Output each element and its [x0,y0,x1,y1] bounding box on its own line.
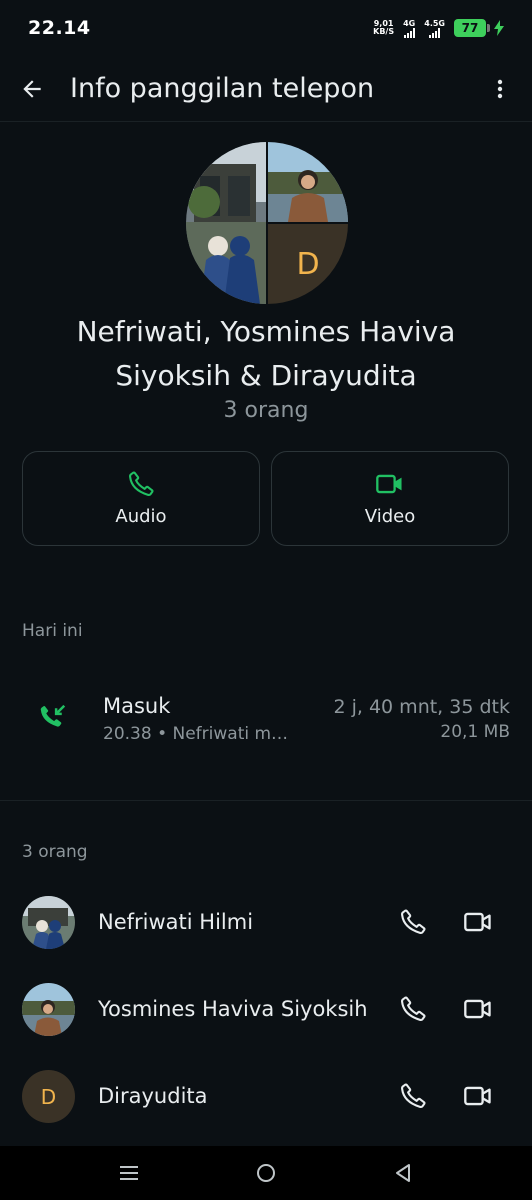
participants-section-title: 3 orang [22,842,88,862]
call-log-item[interactable]: Masuk 20.38 • Nefriwati m… 2 j, 40 mnt, … [0,688,532,758]
member-row[interactable]: D Dirayudita [0,1060,532,1132]
call-data-size: 20,1 MB [440,722,510,742]
phone-icon [401,1083,426,1108]
signal-45g-icon: 4.5G [424,19,445,38]
call-type: Masuk [103,694,171,718]
recent-apps-button[interactable] [109,1153,149,1193]
video-camera-icon [464,912,491,932]
status-time: 22.14 [28,17,91,39]
page-title: Info panggilan telepon [70,73,375,104]
member-row[interactable]: Yosmines Haviva Siyoksih [0,973,532,1045]
member-row[interactable]: Nefriwati Hilmi [0,886,532,958]
member-name: Yosmines Haviva Siyoksih [98,997,368,1021]
member-voice-call-button[interactable] [395,991,431,1027]
more-vertical-icon [497,79,503,98]
system-back-button[interactable] [383,1153,423,1193]
avatar[interactable] [22,983,75,1036]
member-name: Dirayudita [98,1084,208,1108]
member-avatar-letter: D [268,224,348,304]
phone-icon [401,909,426,934]
member-video-call-button[interactable] [460,904,496,940]
group-avatar[interactable]: D [186,142,348,304]
phone-icon [129,471,154,496]
video-call-label: Video [364,506,416,527]
audio-call-label: Audio [115,506,167,527]
battery-icon: 77 [454,19,504,37]
video-camera-icon [464,1086,491,1106]
signal-4g-icon: 4G [403,19,415,38]
charging-bolt-icon [494,20,504,36]
call-duration: 2 j, 40 mnt, 35 dtk [333,696,510,718]
battery-level: 77 [454,19,486,37]
member-photo-2 [268,142,348,222]
home-icon [256,1164,275,1182]
network-speed: 9,01 KB/S [373,20,394,36]
member-name: Nefriwati Hilmi [98,910,254,934]
home-button[interactable] [246,1153,286,1193]
member-video-call-button[interactable] [460,1078,496,1114]
status-bar: 22.14 9,01 KB/S 4G 4.5G 77 [0,0,532,56]
video-camera-icon [464,999,491,1019]
app-bar: Info panggilan telepon [0,56,532,122]
menu-icon [119,1166,138,1180]
member-photo-1 [186,142,266,304]
audio-call-button[interactable]: Audio [22,451,260,546]
divider [0,800,532,801]
video-call-button[interactable]: Video [271,451,509,546]
group-member-count: 3 orang [223,398,309,423]
avatar[interactable] [22,896,75,949]
back-button[interactable] [0,57,64,121]
video-camera-icon [376,474,402,494]
phone-icon [401,996,426,1021]
member-video-call-button[interactable] [460,991,496,1027]
avatar[interactable]: D [22,1070,75,1123]
member-voice-call-button[interactable] [395,1078,431,1114]
back-triangle-icon [396,1164,411,1182]
member-voice-call-button[interactable] [395,904,431,940]
history-section-title: Hari ini [22,621,83,641]
group-name: Nefriwati, Yosmines Haviva Siyoksih & Di… [76,315,456,392]
status-icons: 9,01 KB/S 4G 4.5G 77 [373,19,504,38]
network-speed-unit: KB/S [373,27,395,36]
arrow-left-icon [23,79,41,98]
call-detail: 20.38 • Nefriwati m… [103,724,289,744]
incoming-call-icon [40,704,66,727]
more-options-button[interactable] [468,57,532,121]
system-nav-bar [0,1146,532,1200]
